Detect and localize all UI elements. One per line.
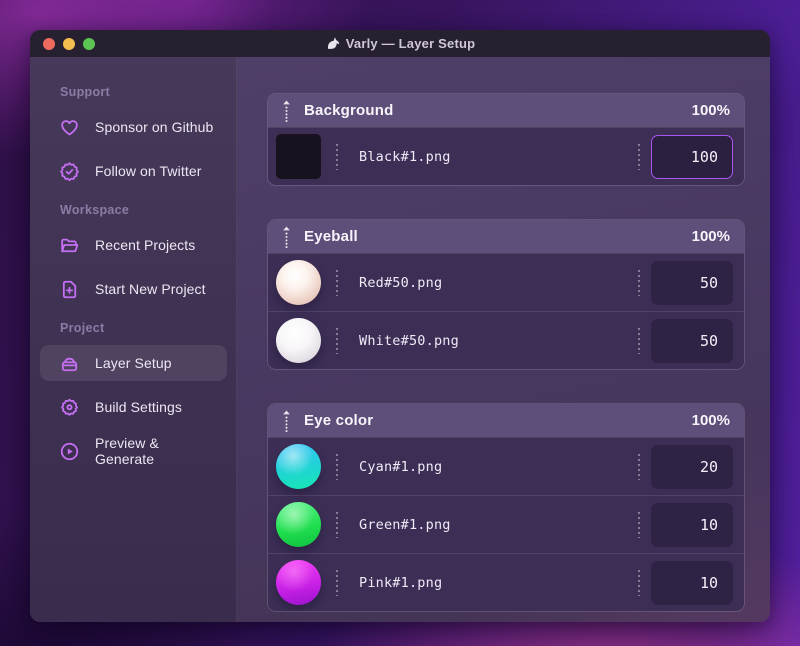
layer-row: White#50.png [268,311,744,369]
layer-group-title: Background [304,102,394,119]
layer-group-eye-color: Eye color 100% Cyan#1.png Green#1.png Pink#1… [267,403,745,612]
dotted-divider [336,269,338,296]
layer-filename: Black#1.png [359,148,451,165]
layer-setup-panel: Background 100% Black#1.png Eyeball 100% Red#… [237,57,770,622]
layer-thumbnail-red [276,260,321,305]
opacity-input[interactable] [651,260,733,305]
dotted-divider [638,269,640,296]
sidebar-item-label: Preview & Generate [95,435,159,467]
layer-group-weight: 100% [691,412,730,429]
drag-handle-icon[interactable] [282,100,291,122]
layer-row: Pink#1.png [268,553,744,611]
layer-group-eyeball: Eyeball 100% Red#50.png White#50.png [267,219,745,370]
layers-icon [59,353,80,374]
layer-group-title: Eyeball [304,228,358,245]
layer-filename: White#50.png [359,332,459,349]
sidebar-item-layer-setup[interactable]: Layer Setup [40,345,227,381]
sidebar-item-follow-on-twitter[interactable]: Follow on Twitter [40,153,227,189]
opacity-input[interactable] [651,502,733,547]
folder-icon [59,235,80,256]
app-window: Varly — Layer Setup Support Sponsor on Gi… [30,30,770,622]
sidebar-section-label: Project [60,321,105,335]
dotted-divider [336,143,338,170]
sidebar-item-sponsor-on-github[interactable]: Sponsor on Github [40,109,227,145]
layer-group-background: Background 100% Black#1.png [267,93,745,186]
unicorn-icon [327,37,339,49]
layer-group-weight: 100% [691,228,730,245]
dotted-divider [336,569,338,596]
play-circle-icon [59,441,80,462]
layer-thumbnail-green [276,502,321,547]
sidebar-item-start-new-project[interactable]: Start New Project [40,271,227,307]
dotted-divider [638,453,640,480]
minimize-button[interactable] [63,37,75,50]
sidebar-item-label: Layer Setup [95,355,172,371]
layer-thumbnail-black [276,134,321,179]
sidebar: Support Sponsor on Github Follow on Twitte… [30,57,237,622]
layer-row: Red#50.png [268,253,744,311]
opacity-input[interactable] [651,444,733,489]
layer-group-header[interactable]: Background 100% [268,94,744,127]
heart-icon [59,117,80,138]
layer-thumbnail-pink [276,560,321,605]
sidebar-item-build-settings[interactable]: Build Settings [40,389,227,425]
window-title: Varly — Layer Setup [345,36,476,51]
drag-handle-icon[interactable] [282,226,291,248]
layer-thumbnail-white [276,318,321,363]
sidebar-section-workspace: Workspace Recent Projects Start New Projec… [30,203,236,307]
dotted-divider [638,143,640,170]
layer-group-header[interactable]: Eyeball 100% [268,220,744,253]
layer-row: Cyan#1.png [268,437,744,495]
sidebar-item-label: Recent Projects [95,237,196,253]
traffic-lights [43,30,95,57]
close-button[interactable] [43,37,55,50]
dotted-divider [336,327,338,354]
layer-filename: Pink#1.png [359,574,443,591]
dotted-divider [638,327,640,354]
dotted-divider [336,453,338,480]
sidebar-section-project: Project Layer Setup Build Settings Preview … [30,321,236,469]
sidebar-section-label: Support [60,85,111,99]
layer-filename: Green#1.png [359,516,451,533]
opacity-input[interactable] [651,318,733,363]
title-bar[interactable]: Varly — Layer Setup [30,30,770,57]
gear-icon [59,397,80,418]
dotted-divider [638,511,640,538]
sidebar-item-preview-generate[interactable]: Preview & Generate [40,433,227,469]
layer-row: Green#1.png [268,495,744,553]
opacity-input[interactable] [651,560,733,605]
sidebar-item-label: Sponsor on Github [95,119,214,135]
sidebar-section-support: Support Sponsor on Github Follow on Twitte… [30,85,236,189]
zoom-button[interactable] [83,37,95,50]
layer-group-title: Eye color [304,412,374,429]
sidebar-item-label: Start New Project [95,281,206,297]
sidebar-item-label: Follow on Twitter [95,163,202,179]
layer-group-header[interactable]: Eye color 100% [268,404,744,437]
opacity-input[interactable] [651,134,733,179]
file-plus-icon [59,279,80,300]
dotted-divider [638,569,640,596]
drag-handle-icon[interactable] [282,410,291,432]
dotted-divider [336,511,338,538]
layer-row: Black#1.png [268,127,744,185]
badge-check-icon [59,161,80,182]
sidebar-item-recent-projects[interactable]: Recent Projects [40,227,227,263]
sidebar-item-label: Build Settings [95,399,183,415]
layer-filename: Red#50.png [359,274,443,291]
layer-group-weight: 100% [691,102,730,119]
layer-filename: Cyan#1.png [359,458,443,475]
sidebar-section-label: Workspace [60,203,130,217]
layer-thumbnail-cyan [276,444,321,489]
